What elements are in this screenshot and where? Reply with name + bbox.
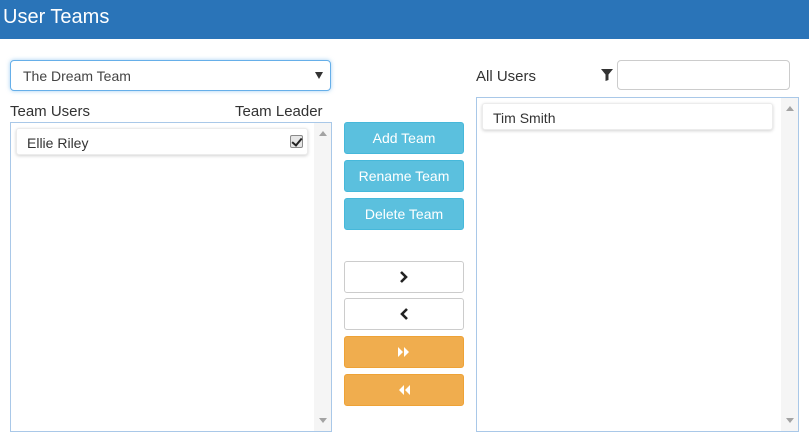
page-title: User Teams — [3, 6, 110, 28]
add-team-button[interactable]: Add Team — [344, 122, 464, 154]
team-leader-label: Team Leader — [235, 103, 323, 120]
team-users-label: Team Users — [10, 103, 91, 120]
scroll-down-icon[interactable] — [319, 418, 327, 423]
all-user-name: Tim Smith — [493, 110, 556, 126]
move-right-button[interactable] — [344, 261, 464, 293]
team-users-scrollbar[interactable] — [314, 123, 331, 431]
scroll-down-icon[interactable] — [786, 418, 794, 423]
all-users-scrollbar[interactable] — [781, 98, 798, 431]
move-left-button[interactable] — [344, 298, 464, 330]
filter-icon — [601, 69, 613, 81]
rename-team-button[interactable]: Rename Team — [344, 160, 464, 192]
caret-down-icon — [315, 72, 323, 79]
user-filter-input[interactable] — [617, 60, 790, 90]
chevron-left-icon — [400, 308, 408, 320]
team-leader-checkbox[interactable] — [290, 135, 303, 148]
page-header: User Teams — [0, 0, 809, 39]
double-chevron-right-icon — [398, 347, 409, 357]
all-users-list[interactable]: Tim Smith — [476, 97, 799, 432]
scroll-up-icon[interactable] — [786, 106, 794, 111]
scroll-up-icon[interactable] — [319, 131, 327, 136]
move-all-right-button[interactable] — [344, 336, 464, 368]
team-user-item[interactable]: Ellie Riley — [16, 128, 308, 155]
double-chevron-left-icon — [399, 385, 410, 395]
delete-team-button[interactable]: Delete Team — [344, 198, 464, 230]
move-all-left-button[interactable] — [344, 374, 464, 406]
team-select-value: The Dream Team — [23, 68, 131, 84]
all-users-label: All Users — [476, 68, 537, 85]
chevron-right-icon — [400, 271, 408, 283]
team-user-name: Ellie Riley — [27, 135, 89, 151]
team-users-list[interactable]: Ellie Riley — [10, 122, 332, 432]
all-user-item[interactable]: Tim Smith — [482, 103, 773, 130]
team-select[interactable]: The Dream Team — [10, 60, 331, 91]
